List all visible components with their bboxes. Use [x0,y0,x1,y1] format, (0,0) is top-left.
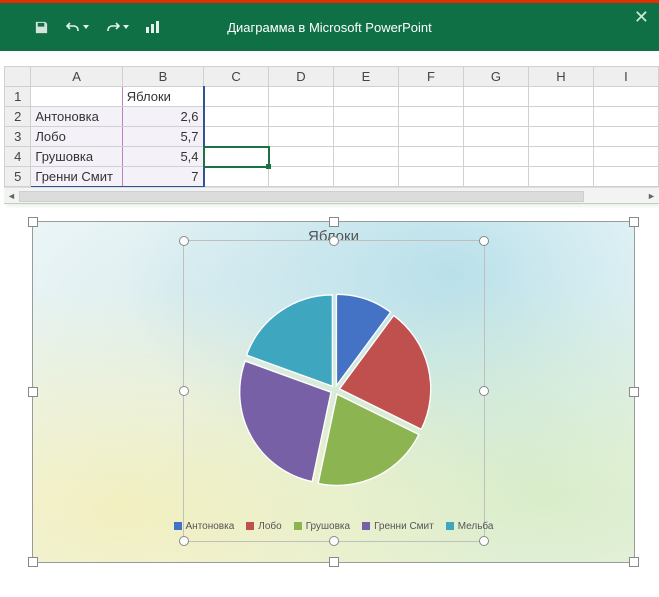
cell[interactable]: 5,7 [122,127,203,147]
legend-item[interactable]: Антоновка [174,521,235,532]
col-header[interactable]: E [333,67,398,87]
horizontal-scrollbar[interactable]: ◄ ► [4,187,659,203]
chart-icon[interactable] [145,20,160,34]
active-cell[interactable] [204,147,269,167]
col-header[interactable]: H [528,67,593,87]
col-header[interactable]: C [204,67,269,87]
scroll-track[interactable] [19,190,644,201]
col-header[interactable]: D [269,67,334,87]
col-header[interactable]: I [593,67,658,87]
spreadsheet: A B C D E F G H I 1 Яблоки 2 Антоновка 2 [4,51,659,204]
save-icon[interactable] [34,20,49,35]
cell[interactable]: Антоновка [31,107,122,127]
row-header[interactable]: 1 [5,87,31,107]
close-icon[interactable]: ✕ [634,7,649,28]
scroll-left-icon[interactable]: ◄ [4,188,19,203]
select-all-corner[interactable] [5,67,31,87]
legend-item[interactable]: Гренни Смит [362,521,434,532]
scroll-thumb[interactable] [19,191,584,202]
row-header[interactable]: 4 [5,147,31,167]
scroll-right-icon[interactable]: ► [644,188,659,203]
quick-access-toolbar [0,20,160,35]
chart-legend[interactable]: Антоновка Лобо Грушовка Гренни Смит Мельба [33,521,634,532]
cell[interactable]: Гренни Смит [31,167,122,187]
col-header[interactable]: A [31,67,122,87]
cell[interactable] [204,87,269,107]
col-header[interactable]: F [398,67,463,87]
cell[interactable]: 7 [122,167,203,187]
cell[interactable] [204,167,269,187]
col-header[interactable]: G [463,67,528,87]
chart-plot-area[interactable] [183,240,485,542]
redo-icon[interactable] [105,20,129,34]
cell[interactable] [31,87,122,107]
cell[interactable]: 5,4 [122,147,203,167]
col-header[interactable]: B [122,67,203,87]
pie-chart [230,285,440,495]
grid[interactable]: A B C D E F G H I 1 Яблоки 2 Антоновка 2 [4,66,659,187]
cell[interactable] [204,127,269,147]
cell[interactable]: Яблоки [122,87,203,107]
row-header[interactable]: 2 [5,107,31,127]
legend-item[interactable]: Лобо [246,521,281,532]
row-header[interactable]: 3 [5,127,31,147]
undo-icon[interactable] [65,20,89,34]
column-headers[interactable]: A B C D E F G H I [5,67,659,87]
cell[interactable]: Лобо [31,127,122,147]
cell[interactable]: Грушовка [31,147,122,167]
excel-title-bar: Диаграмма в Microsoft PowerPoint ✕ [0,3,659,51]
chart-placeholder[interactable]: Яблоки АнтоновкаЛобоГрушовкаГренни СмитМ… [32,221,635,563]
cell[interactable]: 2,6 [122,107,203,127]
row-header[interactable]: 5 [5,167,31,187]
legend-item[interactable]: Мельба [446,521,494,532]
legend-item[interactable]: Грушовка [294,521,350,532]
cell[interactable] [204,107,269,127]
